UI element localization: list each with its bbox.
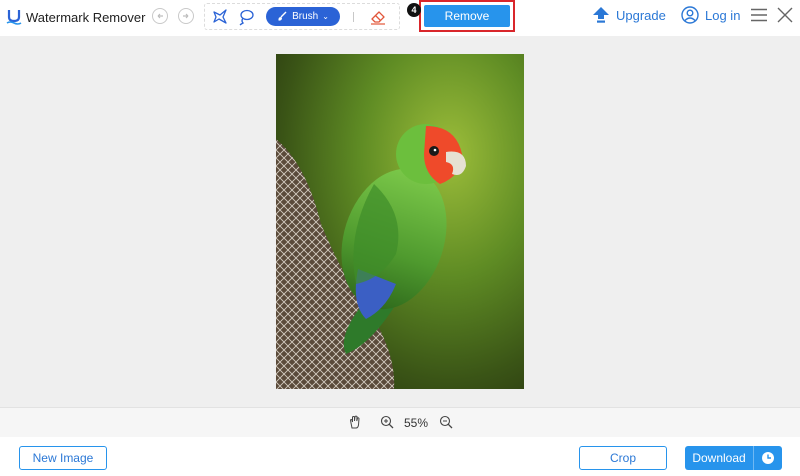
redo-button[interactable]	[178, 8, 194, 24]
editing-canvas[interactable]	[0, 36, 800, 407]
download-history-button[interactable]	[754, 451, 782, 465]
toolbar-divider	[353, 12, 354, 22]
eraser-icon	[371, 11, 385, 25]
menu-button[interactable]	[751, 8, 767, 22]
login-link[interactable]: Log in	[681, 6, 740, 24]
hand-icon	[349, 415, 360, 429]
download-button[interactable]: Download	[685, 446, 782, 470]
clock-icon	[762, 452, 774, 464]
redo-icon	[183, 13, 189, 19]
login-label: Log in	[705, 7, 741, 23]
zoom-bar: 55%	[0, 407, 800, 437]
step-badge: 4	[407, 3, 421, 17]
zoom-in-button[interactable]	[380, 415, 394, 429]
zoom-level: 55%	[404, 416, 429, 430]
polygonal-lasso-icon	[213, 9, 227, 24]
zoom-out-button[interactable]	[439, 415, 453, 429]
uploaded-image[interactable]	[276, 54, 524, 389]
brush-tool-dropdown[interactable]: Brush ⌄	[266, 7, 340, 26]
app-logo: Watermark Remover	[6, 8, 145, 26]
eraser-tool[interactable]	[369, 8, 387, 26]
close-button[interactable]	[777, 7, 793, 23]
upload-arrow-icon	[593, 7, 609, 23]
brush-icon	[278, 11, 287, 21]
lasso-icon	[239, 9, 254, 26]
parrot-photo	[276, 54, 524, 389]
lasso-tool[interactable]	[237, 8, 255, 26]
new-image-button[interactable]: New Image	[19, 446, 107, 470]
polygonal-lasso-tool[interactable]	[211, 8, 229, 26]
undo-icon	[157, 13, 163, 19]
zoom-out-icon	[439, 415, 453, 429]
selection-tools: Brush ⌄	[204, 3, 400, 30]
download-label: Download	[692, 451, 746, 465]
bottom-bar: New Image Crop Download	[0, 437, 800, 476]
pan-tool[interactable]	[348, 415, 362, 429]
undo-button[interactable]	[152, 8, 168, 24]
app-title: Watermark Remover	[26, 9, 146, 25]
brush-label: Brush	[292, 11, 319, 22]
crop-button[interactable]: Crop	[579, 446, 667, 470]
zoom-in-icon	[380, 415, 394, 429]
hamburger-menu-icon	[751, 8, 767, 22]
upgrade-label: Upgrade	[616, 7, 666, 23]
remove-highlight: Remove	[419, 0, 515, 32]
watermark-remover-logo-icon	[6, 8, 22, 26]
upgrade-link[interactable]: Upgrade	[592, 6, 666, 24]
top-toolbar: Watermark Remover Brush ⌄ 4 Remove Upgra…	[0, 0, 800, 34]
user-icon	[681, 6, 699, 24]
remove-button[interactable]: Remove	[424, 5, 510, 27]
close-icon	[777, 7, 793, 23]
chevron-down-icon: ⌄	[322, 12, 329, 21]
